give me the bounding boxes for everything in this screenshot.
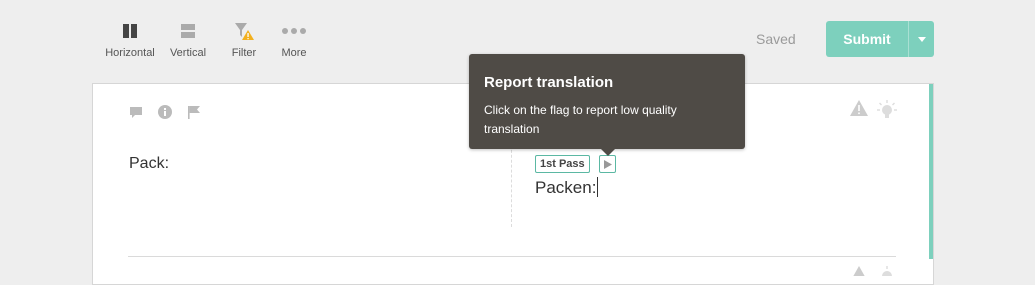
columns-icon <box>100 20 160 42</box>
source-text: Pack: <box>129 155 170 172</box>
pass-badge: 1st Pass <box>535 155 590 173</box>
comment-icon[interactable] <box>128 104 144 120</box>
horizontal-layout-button[interactable]: Horizontal <box>100 20 160 59</box>
warning-icon[interactable] <box>850 263 868 282</box>
more-dots-icon <box>264 20 324 42</box>
next-segment-icons <box>850 263 898 282</box>
submit-dropdown-button[interactable] <box>908 21 934 57</box>
target-editor[interactable]: Packen: <box>535 177 599 198</box>
vertical-label: Vertical <box>169 47 207 59</box>
report-translation-tooltip: Report translation Click on the flag to … <box>469 54 745 156</box>
horizontal-label: Horizontal <box>105 47 155 59</box>
segment-actions <box>128 104 202 120</box>
tooltip-body: Click on the flag to report low quality … <box>484 103 677 136</box>
segment-status-icons <box>850 100 898 125</box>
target-text: Packen: <box>535 178 597 197</box>
segment-separator <box>128 256 896 257</box>
lightbulb-icon[interactable] <box>876 263 898 281</box>
info-icon[interactable] <box>157 104 173 120</box>
segment-status-bar <box>929 84 933 259</box>
chevron-down-icon <box>917 36 926 42</box>
more-label: More <box>281 47 307 59</box>
more-button[interactable]: More <box>264 20 324 59</box>
saved-status: Saved <box>756 31 796 47</box>
submit-button[interactable]: Submit <box>826 21 908 57</box>
text-caret <box>597 177 599 197</box>
rows-icon <box>158 20 218 42</box>
warning-icon[interactable] <box>850 100 868 125</box>
lightbulb-icon[interactable] <box>876 100 898 125</box>
report-translation-button[interactable] <box>599 155 616 173</box>
vertical-layout-button[interactable]: Vertical <box>158 20 218 59</box>
play-flag-icon <box>603 159 612 169</box>
tooltip-title: Report translation <box>484 74 614 91</box>
flag-icon[interactable] <box>186 104 202 120</box>
